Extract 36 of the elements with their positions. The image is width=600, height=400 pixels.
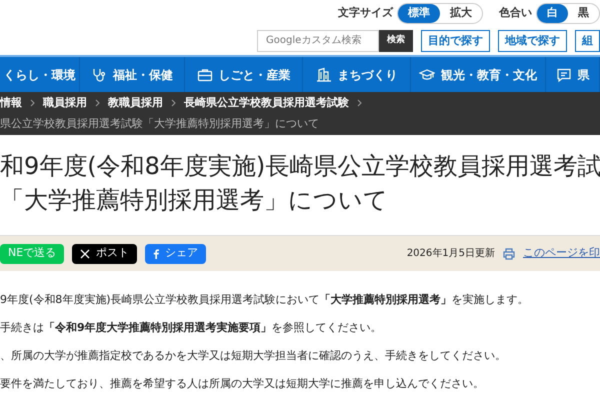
graduation-cap-icon	[419, 66, 435, 82]
chevron-icon	[171, 99, 176, 108]
printer-icon	[503, 248, 515, 260]
option-label: 色合い	[499, 5, 532, 22]
breadcrumb-current: 県公立学校教員採用選考試験「大学推薦特別採用選考」について	[0, 116, 320, 132]
chat-icon	[556, 66, 572, 82]
stethoscope-icon	[91, 66, 107, 82]
share-button[interactable]: シェア	[145, 244, 206, 264]
breadcrumb-link[interactable]: 教職員採用	[108, 95, 163, 112]
body-paragraph: 、所属の大学が推薦指定校であるかを大学又は短期大学担当者に確認のうえ、手続きをしてください。	[0, 348, 506, 364]
search-field[interactable]: Googleカスタム検索	[257, 30, 379, 52]
toggle-option[interactable]: 黒	[568, 4, 599, 23]
chevron-icon	[30, 99, 35, 108]
briefcase-icon	[196, 66, 212, 82]
updated-date: 2026年1月5日更新	[406, 246, 495, 261]
search-button[interactable]: 検索	[379, 30, 413, 52]
chevron-icon	[95, 99, 100, 108]
facebook-logo-icon	[153, 248, 160, 258]
print-link[interactable]: このページを印	[523, 245, 600, 262]
toggle-option[interactable]: 標準	[398, 4, 440, 23]
chevron-icon	[357, 99, 362, 108]
toggle-option[interactable]: 白	[537, 4, 568, 23]
find-button[interactable]: 組	[575, 30, 600, 52]
body-paragraph: 要件を満たしており、推薦を希望する人は所属の大学又は短期大学に推薦を申し込んでください。	[0, 376, 484, 392]
find-button[interactable]: 目的で探す	[421, 30, 490, 52]
page-title: 「大学推薦特別採用選考」について	[0, 185, 388, 216]
building-icon	[316, 66, 332, 82]
body-paragraph: 手続きは「令和9年度大学推薦特別採用選考実施要項」を参照してください。	[0, 320, 382, 336]
x-logo-icon	[80, 248, 90, 258]
toggle-option[interactable]: 拡大	[440, 4, 482, 23]
find-button[interactable]: 地域で探す	[498, 30, 567, 52]
share-button[interactable]: ポスト	[72, 244, 138, 264]
breadcrumb-link[interactable]: 職員採用	[43, 95, 87, 112]
breadcrumb-link[interactable]: 長崎県公立学校教員採用選考試験	[184, 95, 349, 112]
body-paragraph: 9年度(令和8年度実施)長崎県公立学校教員採用選考試験において「大学推薦特別採用選考」を実施します。	[0, 292, 529, 308]
option-label: 文字サイズ	[338, 5, 393, 22]
